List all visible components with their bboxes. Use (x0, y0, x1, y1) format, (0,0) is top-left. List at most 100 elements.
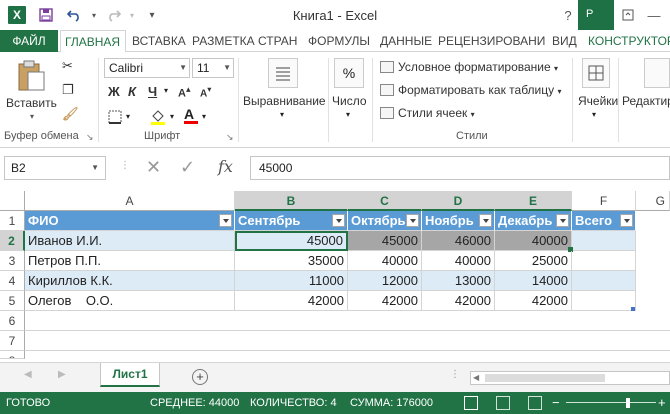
cells-icon[interactable] (582, 58, 610, 88)
font-launcher-icon[interactable]: ↘ (226, 132, 234, 143)
table-cell[interactable] (572, 251, 636, 271)
cell-styles-button[interactable]: Стили ячеек ▾ (380, 106, 475, 120)
next-sheet-icon[interactable]: ▶ (58, 369, 66, 380)
format-painter-icon[interactable]: 🖌 (62, 106, 79, 122)
number-button[interactable]: Число (332, 94, 367, 108)
italic-button[interactable]: К (128, 84, 136, 99)
underline-button[interactable]: Ч (148, 84, 157, 99)
tab-page-layout[interactable]: РАЗМЕТКА СТРАН (188, 30, 301, 52)
row-header-6[interactable]: 6 (0, 311, 25, 331)
column-header-b[interactable]: B (235, 191, 348, 211)
row-header-7[interactable]: 7 (0, 331, 25, 351)
table-cell[interactable]: 40000 (495, 231, 572, 251)
table-cell[interactable]: 11000 (235, 271, 348, 291)
zoom-out-icon[interactable]: − (552, 392, 560, 414)
tab-view[interactable]: ВИД (548, 30, 581, 52)
enter-icon[interactable]: ✓ (180, 156, 195, 180)
table-header-cell[interactable]: Всего (572, 211, 636, 231)
font-color-dropdown-icon[interactable]: ▾ (202, 112, 206, 121)
table-cell[interactable]: Петров П.П. (25, 251, 235, 271)
decrease-font-icon[interactable]: A▾ (200, 84, 211, 99)
cancel-icon[interactable]: ✕ (146, 156, 161, 180)
zoom-slider-thumb[interactable] (626, 398, 630, 408)
row-header-5[interactable]: 5 (0, 291, 25, 311)
table-cell[interactable]: 42000 (422, 291, 495, 311)
font-name-select[interactable]: Calibri ▼ (104, 58, 190, 78)
filter-dropdown-icon[interactable] (219, 214, 232, 227)
table-cell[interactable]: Иванов И.И. (25, 231, 235, 251)
column-header-a[interactable]: A (25, 191, 235, 211)
row-header-3[interactable]: 3 (0, 251, 25, 271)
clipboard-launcher-icon[interactable]: ↘ (86, 132, 94, 143)
font-size-select[interactable]: 11 ▼ (192, 58, 234, 78)
name-box[interactable]: B2 ▼ (4, 156, 106, 180)
zoom-in-icon[interactable]: + (658, 392, 666, 414)
ribbon-options-icon[interactable] (616, 5, 640, 25)
tab-insert[interactable]: ВСТАВКА (128, 30, 190, 52)
more-options-icon[interactable]: ⋮ (120, 160, 130, 171)
table-cell[interactable] (572, 231, 636, 251)
page-break-view-icon[interactable] (528, 396, 542, 410)
table-cell[interactable]: 42000 (348, 291, 422, 311)
table-cell[interactable]: 46000 (422, 231, 495, 251)
tab-home[interactable]: ГЛАВНАЯ (60, 30, 126, 53)
font-color-icon[interactable]: A (184, 106, 198, 124)
table-cell[interactable]: 40000 (422, 251, 495, 271)
column-header-f[interactable]: F (572, 191, 636, 211)
table-cell[interactable]: 42000 (235, 291, 348, 311)
fill-color-dropdown-icon[interactable]: ▾ (170, 112, 174, 121)
empty-row[interactable] (25, 311, 670, 331)
editing-button[interactable]: Редактир (622, 94, 670, 108)
insert-function-button[interactable]: fx (218, 156, 233, 180)
number-format-icon[interactable]: % (334, 58, 364, 88)
help-icon[interactable]: ? (556, 5, 580, 25)
page-layout-view-icon[interactable] (496, 396, 510, 410)
alignment-button[interactable]: Выравнивание (243, 94, 326, 108)
filter-dropdown-icon[interactable] (332, 214, 345, 227)
table-cell[interactable]: 35000 (235, 251, 348, 271)
row-header-2[interactable]: 2 (0, 231, 25, 251)
tab-formulas[interactable]: ФОРМУЛЫ (304, 30, 374, 52)
tab-data[interactable]: ДАННЫЕ (376, 30, 436, 52)
filter-dropdown-icon[interactable] (620, 214, 633, 227)
increase-font-icon[interactable]: A▴ (178, 84, 191, 100)
borders-icon[interactable] (108, 110, 122, 127)
active-cell[interactable]: 45000 (235, 231, 348, 251)
table-cell[interactable]: 13000 (422, 271, 495, 291)
column-header-e[interactable]: E (495, 191, 572, 211)
paste-icon[interactable] (16, 60, 46, 95)
table-header-cell[interactable]: Октябрь (348, 211, 422, 231)
table-header-cell[interactable]: Декабрь (495, 211, 572, 231)
editing-icon[interactable] (644, 58, 670, 88)
paste-button[interactable]: Вставить (6, 96, 57, 110)
tab-file[interactable]: ФАЙЛ (0, 30, 58, 52)
scroll-left-icon[interactable]: ◀ (473, 373, 479, 382)
filter-dropdown-icon[interactable] (479, 214, 492, 227)
horizontal-scrollbar[interactable]: ◀ (470, 371, 670, 385)
add-sheet-button[interactable]: + (192, 369, 208, 385)
table-cell[interactable]: 25000 (495, 251, 572, 271)
prev-sheet-icon[interactable]: ◀ (24, 369, 32, 380)
minimize-icon[interactable]: — (642, 5, 666, 25)
format-as-table-button[interactable]: Форматировать как таблицу ▾ (380, 83, 562, 97)
alignment-icon[interactable] (268, 58, 298, 88)
select-all-corner[interactable] (0, 191, 25, 211)
bold-button[interactable]: Ж (108, 84, 120, 99)
table-cell[interactable]: 40000 (348, 251, 422, 271)
column-header-c[interactable]: C (348, 191, 422, 211)
row-header-1[interactable]: 1 (0, 211, 25, 231)
table-cell[interactable]: 14000 (495, 271, 572, 291)
column-header-g[interactable]: G (636, 191, 670, 211)
normal-view-icon[interactable] (464, 396, 478, 410)
filter-dropdown-icon[interactable] (556, 214, 569, 227)
zoom-slider[interactable] (566, 402, 656, 403)
table-cell[interactable]: 42000 (495, 291, 572, 311)
borders-dropdown-icon[interactable]: ▾ (126, 112, 130, 121)
sheet-tab-list1[interactable]: Лист1 (100, 363, 160, 387)
underline-dropdown-icon[interactable]: ▾ (164, 86, 168, 95)
column-header-d[interactable]: D (422, 191, 495, 211)
scroll-thumb[interactable] (485, 374, 605, 382)
formula-input[interactable]: 45000 (250, 156, 670, 180)
tab-design[interactable]: КОНСТРУКТОР (584, 30, 670, 52)
table-header-cell[interactable]: Ноябрь (422, 211, 495, 231)
